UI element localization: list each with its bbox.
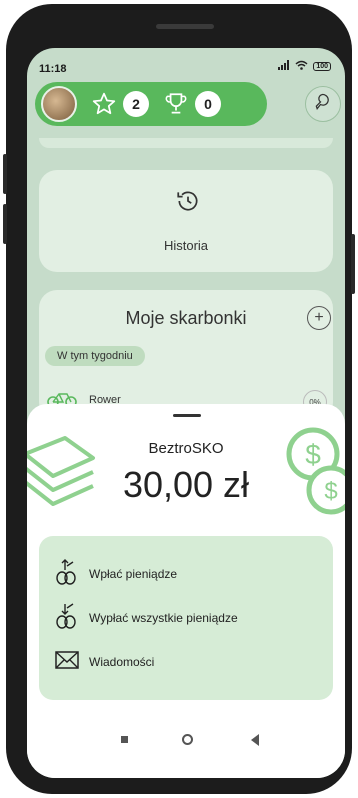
avatar[interactable] — [41, 86, 77, 122]
volume-up-button — [3, 154, 7, 194]
app-screen: 11:18 100 2 0 Historia Moje skarbonki + … — [27, 48, 345, 778]
trophies-count: 0 — [195, 91, 221, 117]
actions-panel: Wpłać pieniądze Wypłać wszystkie pieniąd… — [39, 536, 333, 700]
status-bar: 11:18 100 — [27, 48, 345, 75]
profile-bar: 2 0 — [35, 82, 267, 126]
history-icon — [175, 188, 201, 219]
messages-action[interactable]: Wiadomości — [53, 648, 154, 675]
deposit-coins-icon — [53, 558, 81, 589]
withdraw-action[interactable]: Wypłać wszystkie pieniądze — [53, 602, 238, 633]
savings-header: Moje skarbonki — [125, 308, 247, 328]
edit-icon — [313, 92, 333, 117]
withdraw-label: Wypłać wszystkie pieniądze — [89, 610, 238, 625]
signal-icon — [278, 60, 290, 73]
account-balance: 30,00 zł — [122, 464, 250, 505]
week-filter-chip[interactable]: W tym tygodniu — [45, 346, 145, 366]
plus-icon: + — [314, 309, 324, 326]
system-nav-bar — [27, 726, 345, 756]
messages-label: Wiadomości — [89, 654, 155, 669]
sheet-handle[interactable] — [173, 414, 201, 417]
withdraw-coins-icon — [53, 602, 81, 633]
earpiece-speaker — [156, 24, 214, 29]
power-button — [351, 234, 355, 294]
history-label: Historia — [163, 238, 209, 253]
edit-button[interactable] — [305, 86, 341, 122]
deposit-label: Wpłać pieniądze — [89, 566, 178, 581]
home-icon[interactable] — [182, 734, 193, 745]
wifi-icon — [295, 60, 308, 73]
battery-icon: 100 — [313, 62, 331, 71]
back-icon[interactable] — [251, 734, 259, 746]
volume-down-button — [3, 204, 7, 244]
status-time: 11:18 — [39, 63, 67, 75]
recents-icon[interactable] — [121, 736, 128, 743]
history-card[interactable] — [39, 170, 333, 272]
deposit-action[interactable]: Wpłać pieniądze — [53, 558, 177, 589]
stars-count: 2 — [123, 91, 149, 117]
bottom-sheet: $ $ BeztroSKO 30,00 zł Wpłać pieniądze W… — [27, 404, 345, 778]
envelope-icon — [53, 648, 81, 675]
account-name: BeztroSKO — [148, 440, 224, 457]
phone-frame: 11:18 100 2 0 Historia Moje skarbonki + … — [3, 4, 355, 794]
star-icon — [91, 91, 117, 117]
trophy-icon — [163, 91, 189, 117]
previous-card-edge — [39, 138, 333, 148]
add-savings-button[interactable]: + — [307, 306, 331, 330]
